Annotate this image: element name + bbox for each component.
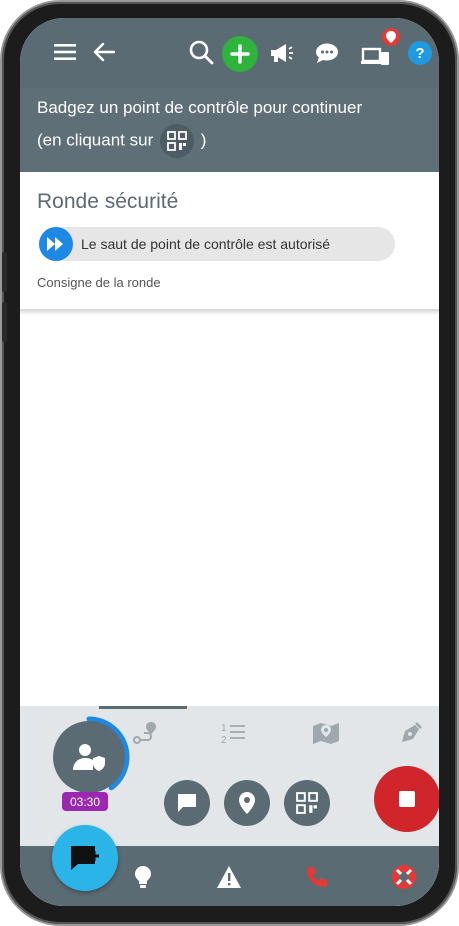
chat-bubble-icon[interactable] bbox=[314, 40, 340, 66]
scan-checkpoint-button[interactable] bbox=[284, 780, 330, 826]
fast-forward-icon bbox=[39, 227, 73, 261]
tab-route-points[interactable] bbox=[128, 718, 162, 748]
stop-icon bbox=[399, 791, 415, 807]
qr-badge-icon[interactable] bbox=[159, 124, 194, 158]
phone-icon[interactable] bbox=[304, 864, 330, 890]
devices-icon[interactable] bbox=[361, 42, 391, 68]
round-instruction-link[interactable]: Consigne de la ronde bbox=[37, 275, 161, 290]
search-icon[interactable] bbox=[188, 39, 214, 65]
numbered-list-icon: 12 bbox=[221, 723, 245, 745]
lightbulb-icon[interactable] bbox=[130, 864, 156, 890]
back-arrow-icon[interactable] bbox=[92, 40, 116, 64]
new-message-fab[interactable] bbox=[52, 825, 118, 891]
help-icon[interactable]: ? bbox=[408, 41, 432, 65]
active-tab-indicator bbox=[99, 706, 187, 709]
app-screen: ? Badgez un point de contrôle pour conti… bbox=[20, 18, 439, 906]
qr-code-icon bbox=[296, 792, 318, 814]
stop-round-button[interactable] bbox=[374, 766, 439, 832]
instruction-banner: Badgez un point de contrôle pour continu… bbox=[20, 88, 439, 172]
pen-nib-icon bbox=[402, 722, 422, 742]
round-title: Ronde sécurité bbox=[37, 190, 179, 213]
svg-text:1: 1 bbox=[221, 723, 227, 734]
skip-allowed-text: Le saut de point de contrôle est autoris… bbox=[81, 236, 331, 252]
message-icon bbox=[178, 794, 196, 812]
map-icon bbox=[313, 723, 339, 744]
add-message-icon bbox=[71, 846, 99, 870]
message-button[interactable] bbox=[164, 780, 210, 826]
location-button[interactable] bbox=[224, 780, 270, 826]
banner-line-2-suffix: ) bbox=[200, 130, 207, 150]
plus-icon bbox=[230, 44, 250, 64]
agent-shield-icon bbox=[73, 744, 105, 771]
route-icon bbox=[133, 722, 156, 744]
tab-signature[interactable] bbox=[394, 718, 428, 748]
location-pin-icon bbox=[239, 792, 255, 814]
sos-icon[interactable] bbox=[391, 864, 417, 890]
round-card: Ronde sécurité Le saut de point de contr… bbox=[20, 172, 439, 311]
skip-allowed-chip: Le saut de point de contrôle est autoris… bbox=[39, 227, 395, 261]
round-timer: 03:30 bbox=[62, 792, 108, 811]
banner-line-1: Badgez un point de contrôle pour continu… bbox=[37, 98, 363, 117]
warning-icon[interactable] bbox=[216, 864, 242, 890]
location-alert-icon bbox=[382, 28, 400, 46]
svg-text:2: 2 bbox=[221, 735, 227, 745]
banner-line-2-prefix: (en cliquant sur bbox=[37, 130, 154, 150]
banner-line-2: (en cliquant sur ) bbox=[37, 124, 439, 158]
volume-up-button bbox=[2, 252, 7, 292]
volume-down-button bbox=[2, 302, 7, 342]
menu-icon[interactable] bbox=[53, 40, 77, 64]
tab-ordered-list[interactable]: 12 bbox=[216, 718, 250, 748]
add-button[interactable] bbox=[222, 36, 258, 72]
tab-map[interactable] bbox=[309, 718, 343, 748]
agent-avatar-button[interactable] bbox=[53, 721, 125, 793]
megaphone-icon[interactable] bbox=[268, 40, 294, 66]
